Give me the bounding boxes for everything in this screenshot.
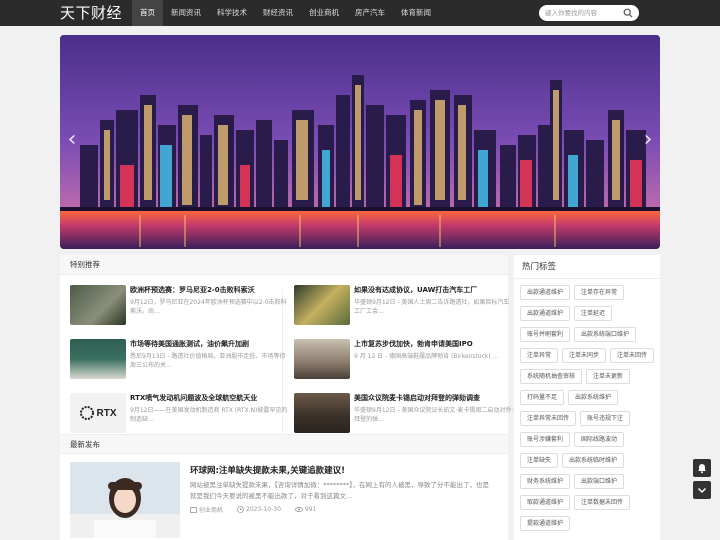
tag-item[interactable]: 注单异常未回传 [520, 411, 577, 426]
nav-business[interactable]: 创业商机 [301, 0, 347, 26]
tag-item[interactable]: 注单缺失 [520, 453, 559, 468]
featured-heading: 特别推荐 [60, 255, 508, 275]
banner-next-button[interactable]: › [640, 125, 656, 155]
scroll-down-button[interactable] [693, 481, 711, 499]
tag-item[interactable]: 账号并刷套利 [520, 327, 571, 342]
tag-item[interactable]: 打码量不足 [520, 390, 565, 405]
tag-item[interactable]: 账号违规下注 [580, 411, 631, 426]
hot-tags-heading: 热门标签 [514, 255, 660, 279]
rtx-logo-icon [79, 406, 94, 420]
featured-item[interactable]: 如果没有达成协议，UAW打击汽车工厂 华盛顿9月12日 - 美国人士周二告诉路透… [294, 285, 509, 337]
tag-item[interactable]: 出款通道维护 [520, 306, 571, 321]
tag-item[interactable]: 提款通道维护 [520, 516, 571, 531]
nav-science[interactable]: 科学技术 [209, 0, 255, 26]
city-skyline-image [60, 35, 660, 249]
tag-item[interactable]: 国际线路波动 [574, 432, 625, 447]
featured-desc: 9 月 12 日 - 德国高端鞋履品牌勃肯 (Birkenstock) … [354, 353, 499, 360]
tag-item[interactable]: 出款系统维护 [568, 390, 619, 405]
featured-title[interactable]: 如果没有达成协议，UAW打击汽车工厂 [354, 285, 514, 295]
nav-home[interactable]: 首页 [132, 0, 163, 26]
featured-desc: 9月12日，罗马尼亚在2024年欧洲杯预选赛中以2-0击败科索沃。尚… [130, 299, 287, 315]
featured-item[interactable]: 市场等待美国通胀测试，油价飙升加剧 悉尼9月13日 - 路透社价值格局。亚洲股市… [70, 339, 285, 391]
tag-item[interactable]: 注单未回传 [610, 348, 655, 363]
tag-item[interactable]: 注单异常 [520, 348, 559, 363]
featured-item[interactable]: 上市复苏步伐加快，勃肯申请美国IPO 9 月 12 日 - 德国高端鞋履品牌勃肯… [294, 339, 508, 391]
top-navbar: 天下财经 首页 新闻资讯 科学技术 财经资讯 创业商机 房产汽车 体育新闻 [0, 0, 720, 26]
latest-thumbnail [70, 462, 180, 538]
nav-realestate-auto[interactable]: 房产汽车 [347, 0, 393, 26]
tag-item[interactable]: 出款端口维护 [574, 474, 625, 489]
main-content: 特别推荐 欧洲杯预选赛：罗马尼亚2-0击败科索沃 9月12日，罗马尼亚在2024… [60, 255, 513, 540]
tag-item[interactable]: 注单未同步 [562, 348, 607, 363]
tag-item[interactable]: 注单未更新 [586, 369, 631, 384]
featured-title[interactable]: 美国众议院麦卡锡启动对拜登的弹劾调查 [354, 393, 514, 403]
latest-date: 2023-10-30 [246, 506, 281, 513]
bell-icon [698, 464, 706, 474]
tag-item[interactable]: 出款系统临时维护 [562, 453, 625, 468]
nav-news[interactable]: 新闻资讯 [163, 0, 209, 26]
featured-title[interactable]: RTX喷气发动机问题波及全球航空航天业 [130, 393, 290, 403]
tag-cloud: 出款通道维护 注单存在异常 出款通道维护 注单延迟 账号并刷套利 出款系统端口维护 注单异常… [514, 279, 660, 531]
featured-desc: 华盛顿9月12日 - 美国人士周二告诉路透社，如果目标汽车工厂工会… [354, 299, 510, 315]
featured-thumbnail [70, 339, 126, 379]
tag-item[interactable]: 账号涉嫌套利 [520, 432, 571, 447]
category-meta[interactable]: 创业商机 [190, 505, 223, 514]
featured-desc: 悉尼9月13日 - 路透社价值格局。亚洲股市走低，市场等待周三公布的关… [130, 353, 286, 369]
featured-item[interactable]: 欧洲杯预选赛：罗马尼亚2-0击败科索沃 9月12日，罗马尼亚在2024年欧洲杯预… [70, 285, 287, 337]
search-input[interactable] [545, 7, 623, 19]
date-meta: 2023-10-30 [237, 505, 281, 514]
featured-title[interactable]: 欧洲杯预选赛：罗马尼亚2-0击败科索沃 [130, 285, 290, 295]
tag-item[interactable]: 财务系统维护 [520, 474, 571, 489]
latest-category[interactable]: 创业商机 [199, 505, 223, 514]
featured-thumbnail [70, 285, 126, 325]
search-box [539, 5, 639, 21]
featured-thumbnail: RTX [70, 393, 126, 433]
banner-prev-button[interactable]: ‹ [64, 125, 80, 155]
tag-item[interactable]: 注单存在异常 [574, 285, 625, 300]
latest-desc: 网站被黑注单缺失提款未果，【咨询详情加微：********】，在网上有的人被黑，… [190, 481, 489, 500]
site-logo[interactable]: 天下财经 [60, 2, 122, 23]
folder-icon [190, 507, 197, 513]
featured-desc: 9月12日——在美国发动机制造商 RTX (RTX.N)披露罕见的制造缺… [130, 407, 288, 423]
latest-item[interactable]: 环球网:注单缺失提款未果,关键追款建议! 网站被黑注单缺失提款未果，【咨询详情加… [70, 462, 500, 540]
notification-button[interactable] [693, 459, 711, 477]
featured-desc: 华盛顿9月12日 - 美国众议院议长凯文·麦卡锡周二启动对乔·拜登的弹… [354, 407, 514, 423]
latest-views: 991 [304, 506, 317, 513]
hero-banner[interactable]: ‹ › [60, 35, 660, 249]
latest-title[interactable]: 环球网:注单缺失提款未果,关键追款建议! [190, 464, 345, 476]
tag-item[interactable]: 注单延迟 [574, 306, 613, 321]
latest-meta: 创业商机 2023-10-30 991 [190, 505, 316, 514]
latest-heading: 最新发布 [60, 434, 508, 454]
eye-icon [294, 506, 303, 513]
nav-sports[interactable]: 体育新闻 [393, 0, 439, 26]
featured-list: 欧洲杯预选赛：罗马尼亚2-0击败科索沃 9月12日，罗马尼亚在2024年欧洲杯预… [60, 275, 513, 439]
tag-item[interactable]: 出款通道维护 [520, 285, 571, 300]
featured-thumbnail [294, 393, 350, 433]
chevron-down-icon [697, 487, 707, 494]
featured-title[interactable]: 市场等待美国通胀测试，油价飙升加剧 [130, 339, 290, 349]
main-nav: 首页 新闻资讯 科学技术 财经资讯 创业商机 房产汽车 体育新闻 [132, 0, 439, 26]
tag-item[interactable]: 注单数据未回传 [574, 495, 631, 510]
featured-title[interactable]: 上市复苏步伐加快，勃肯申请美国IPO [354, 339, 514, 349]
nav-finance[interactable]: 财经资讯 [255, 0, 301, 26]
views-meta: 991 [294, 505, 317, 514]
tag-item[interactable]: 取款通道维护 [520, 495, 571, 510]
sidebar: 热门标签 出款通道维护 注单存在异常 出款通道维护 注单延迟 账号并刷套利 出款系统端口维… [514, 255, 660, 540]
search-icon[interactable] [623, 8, 633, 18]
featured-thumbnail [294, 285, 350, 325]
tag-item[interactable]: 系统随机抽查审核 [520, 369, 583, 384]
featured-thumbnail [294, 339, 350, 379]
clock-icon [237, 506, 244, 513]
tag-item[interactable]: 出款系统端口维护 [574, 327, 637, 342]
